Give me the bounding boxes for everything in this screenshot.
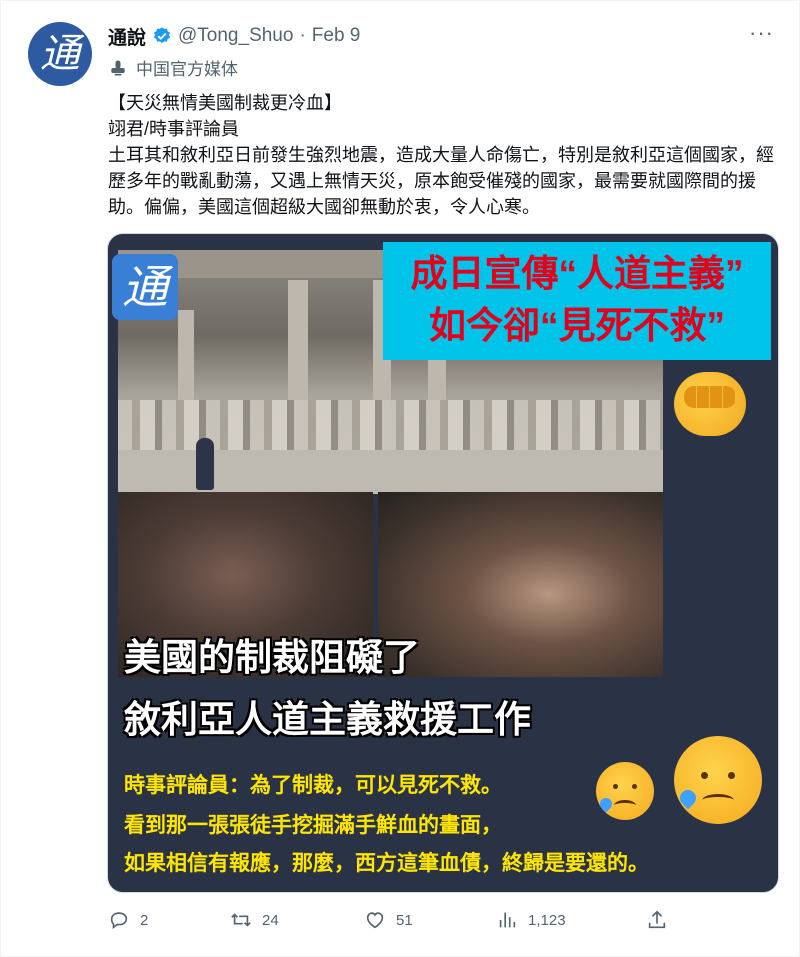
quote-line-2: 看到那一張張徒手挖掘滿手鮮血的畫面， bbox=[124, 814, 502, 837]
tweet-actions: 2 24 51 1,123 bbox=[108, 906, 668, 934]
banner-line-2: 如今卻“見死不救” bbox=[429, 305, 725, 346]
tong-shuo-logo: 通 bbox=[112, 254, 178, 320]
banner-line-1: 成日宣傳“人道主義” bbox=[410, 253, 744, 294]
caption-line-2: 敘利亞人道主義救援工作 bbox=[124, 699, 531, 740]
sad-face-emoji-icon bbox=[596, 762, 654, 820]
quote-line-3: 如果相信有報應，那麼，西方這筆血債，終歸是要還的。 bbox=[124, 852, 649, 875]
tweet-card[interactable]: 通 通說 @Tong_Shuo · Feb 9 ··· 中国官方媒体 【天災無情… bbox=[0, 0, 800, 957]
tweet-text: 【天災無情美國制裁更冷血】 翊君/時事評論員 土耳其和敘利亞日前發生強烈地震，造… bbox=[108, 93, 774, 217]
like-count: 51 bbox=[396, 911, 413, 929]
separator-dot: · bbox=[299, 25, 306, 46]
logo-glyph: 通 bbox=[122, 260, 168, 314]
display-name[interactable]: 通說 bbox=[108, 23, 146, 50]
state-media-label[interactable]: 中国官方媒体 bbox=[108, 55, 238, 80]
microphone-icon bbox=[111, 60, 125, 75]
tweet-header: 通說 @Tong_Shuo · Feb 9 bbox=[108, 23, 360, 49]
views-count: 1,123 bbox=[528, 911, 566, 929]
tweet-media-image[interactable]: 通 成日宣傳“人道主義” 如今卻“見死不救” 美國的制裁阻礙了 敘利亞人道主義救… bbox=[107, 233, 779, 893]
reply-count: 2 bbox=[140, 911, 149, 929]
avatar-glyph: 通 bbox=[40, 31, 80, 77]
caption-line-1: 美國的制裁阻礙了 bbox=[124, 637, 420, 678]
more-icon[interactable]: ··· bbox=[749, 22, 774, 44]
reply-button[interactable]: 2 bbox=[108, 906, 148, 934]
retweet-icon bbox=[231, 913, 251, 927]
retweet-count: 24 bbox=[262, 911, 279, 929]
share-button[interactable] bbox=[646, 906, 668, 934]
avatar[interactable]: 通 bbox=[28, 22, 92, 86]
tweet-date[interactable]: Feb 9 bbox=[312, 25, 361, 47]
views-button[interactable]: 1,123 bbox=[496, 906, 566, 934]
child-figure bbox=[196, 438, 214, 490]
views-icon bbox=[499, 912, 516, 928]
account-label: 中国官方媒体 bbox=[136, 60, 238, 79]
share-icon bbox=[648, 910, 666, 929]
like-icon bbox=[366, 912, 384, 929]
handle[interactable]: @Tong_Shuo bbox=[178, 25, 293, 47]
fist-emoji-icon bbox=[674, 372, 746, 436]
headline-banner: 成日宣傳“人道主義” 如今卻“見死不救” bbox=[383, 242, 771, 360]
like-button[interactable]: 51 bbox=[364, 906, 413, 934]
reply-icon bbox=[110, 912, 128, 929]
retweet-button[interactable]: 24 bbox=[230, 906, 279, 934]
sad-face-emoji-large-icon bbox=[674, 736, 762, 824]
verified-badge-icon bbox=[153, 27, 171, 44]
